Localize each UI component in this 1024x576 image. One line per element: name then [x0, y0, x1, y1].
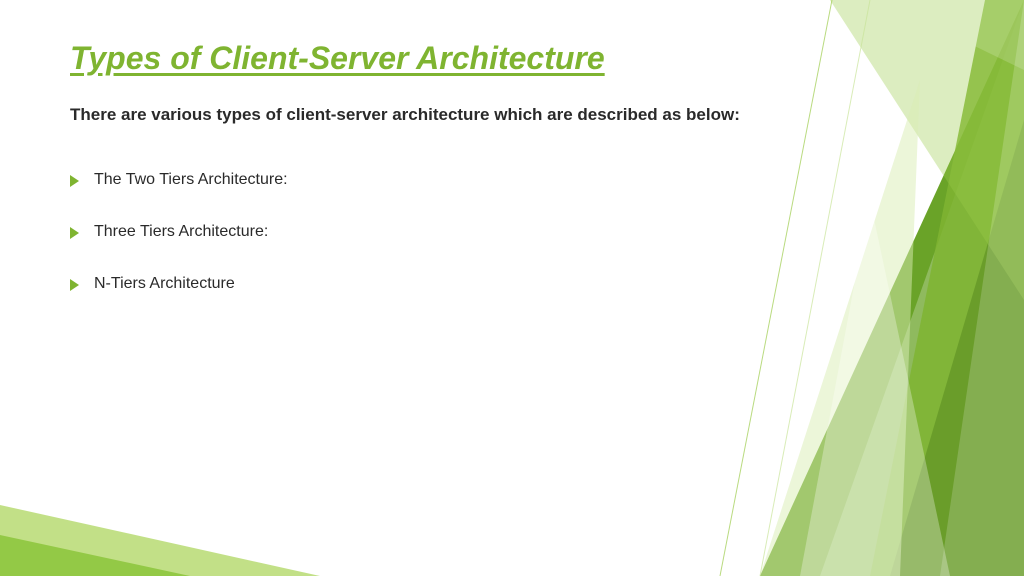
slide-title: Types of Client-Server Architecture	[70, 40, 954, 77]
slide: Types of Client-Server Architecture Ther…	[0, 0, 1024, 576]
intro-text: There are various types of client-server…	[70, 105, 954, 125]
slide-content: Types of Client-Server Architecture Ther…	[0, 0, 1024, 293]
list-item: The Two Tiers Architecture:	[70, 171, 954, 189]
bullet-list: The Two Tiers Architecture: Three Tiers …	[70, 171, 954, 293]
list-item: Three Tiers Architecture:	[70, 223, 954, 241]
list-item: N-Tiers Architecture	[70, 275, 954, 293]
